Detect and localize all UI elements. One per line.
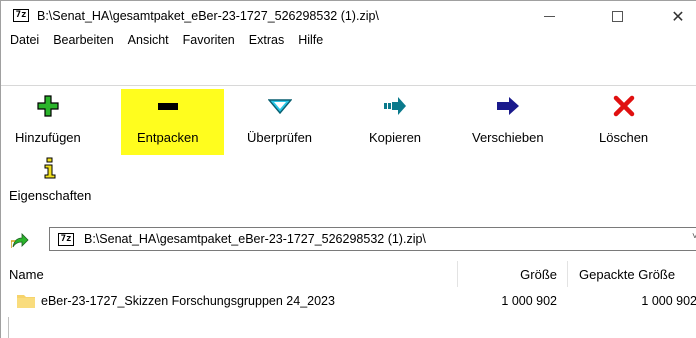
- check-down-icon: [267, 94, 292, 118]
- close-button[interactable]: ✕: [655, 1, 696, 31]
- move-label: Verschieben: [472, 130, 544, 145]
- app-window: 7z B:\Senat_HA\gesamtpaket_eBer-23-1727_…: [0, 0, 696, 338]
- menu-extras[interactable]: Extras: [242, 33, 291, 47]
- menu-ansicht[interactable]: Ansicht: [121, 33, 176, 47]
- maximize-icon: [611, 10, 623, 22]
- address-bar: 7z B:\Senat_HA\gesamtpaket_eBer-23-1727_…: [1, 224, 696, 252]
- column-divider[interactable]: [457, 261, 458, 287]
- column-size-header[interactable]: Größe: [471, 267, 557, 282]
- maximize-button[interactable]: [594, 1, 640, 31]
- delete-x-icon: [612, 94, 636, 118]
- file-size: 1 000 902: [501, 294, 557, 308]
- file-name: eBer-23-1727_Skizzen Forschungsgruppen 2…: [41, 294, 335, 308]
- test-label: Überprüfen: [247, 130, 313, 145]
- close-icon: ✕: [671, 6, 685, 26]
- up-folder-button[interactable]: [10, 232, 29, 248]
- chevron-down-icon[interactable]: ˅: [692, 231, 696, 242]
- window-title: B:\Senat_HA\gesamtpaket_eBer-23-1727_526…: [37, 9, 379, 23]
- add-label: Hinzufügen: [15, 130, 81, 145]
- 7zip-archive-icon: 7z: [58, 233, 74, 246]
- add-button[interactable]: Hinzufügen: [15, 94, 81, 145]
- menu-hilfe[interactable]: Hilfe: [291, 33, 330, 47]
- test-button[interactable]: Überprüfen: [247, 94, 312, 145]
- menu-bearbeiten[interactable]: Bearbeiten: [46, 33, 120, 47]
- menu-datei[interactable]: Datei: [1, 33, 46, 47]
- title-bar[interactable]: 7z B:\Senat_HA\gesamtpaket_eBer-23-1727_…: [1, 1, 696, 31]
- delete-label: Löschen: [599, 130, 649, 145]
- file-list: Name Größe Gepackte Größe eBer-23-1727_S…: [1, 259, 696, 338]
- minimize-button[interactable]: [526, 1, 572, 31]
- properties-label: Eigenschaften: [9, 188, 92, 203]
- file-packed-size: 1 000 902: [641, 294, 696, 308]
- list-header: Name Größe Gepackte Größe: [1, 259, 696, 289]
- info-icon: [38, 156, 62, 180]
- table-row[interactable]: eBer-23-1727_Skizzen Forschungsgruppen 2…: [1, 289, 696, 313]
- path-text: B:\Senat_HA\gesamtpaket_eBer-23-1727_526…: [84, 232, 426, 246]
- column-name-header[interactable]: Name: [9, 267, 44, 282]
- toolbar: Hinzufügen Entpacken Überprüfen Kopieren: [1, 86, 696, 214]
- minimize-icon: [543, 15, 555, 17]
- path-input[interactable]: 7z B:\Senat_HA\gesamtpaket_eBer-23-1727_…: [49, 227, 696, 251]
- extract-label: Entpacken: [137, 130, 199, 145]
- copy-button[interactable]: Kopieren: [369, 94, 421, 145]
- copy-label: Kopieren: [369, 130, 422, 145]
- properties-button[interactable]: Eigenschaften: [9, 156, 91, 203]
- menu-bar: Datei Bearbeiten Ansicht Favoriten Extra…: [1, 33, 696, 81]
- plus-icon: [36, 94, 60, 118]
- menu-favoriten[interactable]: Favoriten: [176, 33, 242, 47]
- column-divider[interactable]: [567, 261, 568, 287]
- folder-up-icon: [10, 233, 29, 248]
- delete-button[interactable]: Löschen: [599, 94, 648, 145]
- column-packed-size-header[interactable]: Gepackte Größe: [579, 267, 675, 282]
- move-button[interactable]: Verschieben: [472, 94, 544, 145]
- 7zip-app-icon: 7z: [13, 9, 29, 22]
- minus-icon: [156, 94, 180, 118]
- list-edge: [8, 317, 9, 338]
- extract-button[interactable]: Entpacken: [137, 94, 198, 145]
- move-arrow-icon: [496, 94, 520, 118]
- copy-arrow-icon: [383, 94, 407, 118]
- folder-icon: [17, 293, 35, 308]
